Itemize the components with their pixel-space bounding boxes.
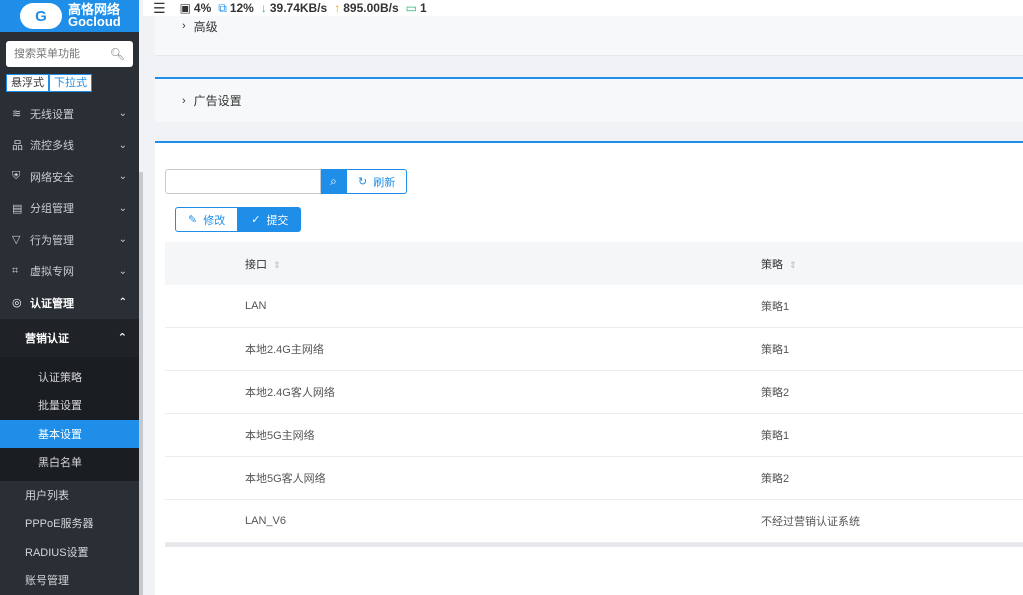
table-row[interactable]: 本地5G客人网络 策略2 <box>165 457 1023 500</box>
table-scrollbar[interactable] <box>165 543 1023 547</box>
action-buttons: ✎ 修改 ✓ 提交 <box>175 207 302 232</box>
wifi-icon: ≋ <box>12 108 22 121</box>
sidebar-leaf-accounts[interactable]: 账号管理 <box>0 566 139 595</box>
search-icon: ⌕ <box>330 174 337 188</box>
search-input[interactable] <box>165 169 321 194</box>
interface-policy-panel: ⌕ ↻ 刷新 ✎ 修改 ✓ 提交 接口 ⇕ 策略 ⇕ LAN 策略1 本地2.4… <box>155 141 1023 595</box>
chevron-down-icon: ⌄ <box>118 265 127 277</box>
chevron-up-icon: ⌃ <box>117 332 127 344</box>
search-button[interactable]: ⌕ <box>321 169 346 194</box>
chevron-up-icon: ⌃ <box>118 297 127 309</box>
sidebar-menu: ≋ 无线设置 ⌄ 品 流控多线 ⌄ ⛨ 网络安全 ⌄ ▤ 分组管理 ⌄ ▽ 行为… <box>0 98 139 595</box>
menu-mode-toggle: 悬浮式 下拉式 <box>6 74 139 92</box>
search-bar: ⌕ ↻ 刷新 <box>165 169 408 194</box>
sidebar-item-vpn[interactable]: ⌗ 虚拟专网 ⌄ <box>0 256 139 288</box>
mode-dropdown-button[interactable]: 下拉式 <box>49 74 92 92</box>
sidebar-submenu: 认证策略 批量设置 基本设置 黑白名单 <box>0 356 139 481</box>
sidebar-item-behavior[interactable]: ▽ 行为管理 ⌄ <box>0 224 139 256</box>
menu-search: 🔍︎ <box>6 41 133 67</box>
sidebar-leaf-pppoe-server[interactable]: PPPoE服务器 <box>0 509 139 538</box>
table-row[interactable]: 本地2.4G主网络 策略1 <box>165 328 1023 371</box>
sidebar: G 高恪网络 Gocloud 🔍︎ 悬浮式 下拉式 ≋ 无线设置 ⌄ 品 流控多… <box>0 0 139 595</box>
main-content: › 高级 › 广告设置 ⌕ ↻ 刷新 ✎ 修改 ✓ 提交 接口 ⇕ 策略 ⇕ L… <box>155 16 1023 595</box>
shield-icon: ⛨ <box>12 170 21 183</box>
chevron-down-icon: ⌄ <box>118 202 127 214</box>
chevron-down-icon: ⌄ <box>118 234 127 246</box>
pencil-icon: ✎ <box>188 214 198 226</box>
list-icon: ▤ <box>12 202 23 215</box>
sidebar-item-groups[interactable]: ▤ 分组管理 ⌄ <box>0 193 139 225</box>
sidebar-leaf-radius[interactable]: RADIUS设置 <box>0 538 139 567</box>
sidebar-subitem-marketing-auth[interactable]: 营销认证 ⌃ <box>0 318 139 357</box>
chevron-down-icon: ⌄ <box>118 108 127 120</box>
sidebar-leaf-black-white-list[interactable]: 黑白名单 <box>0 448 139 477</box>
sort-icon[interactable]: ⇕ <box>273 260 281 270</box>
ad-settings-header[interactable]: › 广告设置 <box>155 79 1023 122</box>
advanced-panel-header[interactable]: › 高级 <box>155 6 1023 46</box>
advanced-panel: › 高级 <box>155 16 1023 56</box>
sidebar-item-wireless[interactable]: ≋ 无线设置 ⌄ <box>0 98 139 130</box>
check-icon: ✓ <box>251 214 261 226</box>
sort-icon[interactable]: ⇕ <box>789 260 797 270</box>
search-icon[interactable]: 🔍︎ <box>110 47 125 61</box>
submit-button[interactable]: ✓ 提交 <box>238 207 302 232</box>
brand[interactable]: G 高恪网络 Gocloud <box>0 0 139 32</box>
filter-icon: ▽ <box>12 234 21 247</box>
sidebar-scrollbar[interactable] <box>139 172 143 595</box>
sidebar-leaf-basic-settings[interactable]: 基本设置 <box>0 419 139 448</box>
sidebar-item-auth[interactable]: ◎ 认证管理 ⌃ <box>0 287 139 319</box>
vpn-icon: ⌗ <box>12 264 19 277</box>
sidebar-leaf-auth-policy[interactable]: 认证策略 <box>0 363 139 392</box>
chevron-down-icon: ⌄ <box>118 139 127 151</box>
table-row[interactable]: 本地5G主网络 策略1 <box>165 414 1023 457</box>
ad-settings-panel: › 广告设置 <box>155 77 1023 122</box>
flow-icon: 品 <box>12 140 23 153</box>
table-row[interactable]: 本地2.4G客人网络 策略2 <box>165 371 1023 414</box>
column-policy[interactable]: 策略 ⇕ <box>761 256 1023 272</box>
gocloud-logo-icon: G <box>20 3 62 29</box>
column-interface[interactable]: 接口 ⇕ <box>165 256 761 272</box>
sidebar-leaf-user-list[interactable]: 用户列表 <box>0 481 139 510</box>
refresh-icon: ↻ <box>358 176 368 188</box>
policy-table: 接口 ⇕ 策略 ⇕ LAN 策略1 本地2.4G主网络 策略1 本地2.4G客人网络… <box>165 242 1023 547</box>
shield-check-icon: ◎ <box>12 297 22 310</box>
sidebar-item-flow-control[interactable]: 品 流控多线 ⌄ <box>0 130 139 162</box>
sidebar-item-security[interactable]: ⛨ 网络安全 ⌄ <box>0 161 139 193</box>
brand-name-en: Gocloud <box>68 14 121 29</box>
table-row[interactable]: LAN_V6 不经过营销认证系统 <box>165 500 1023 543</box>
menu-search-input[interactable] <box>14 48 110 60</box>
table-row[interactable]: LAN 策略1 <box>165 285 1023 328</box>
chevron-right-icon: › <box>182 94 186 107</box>
mode-floating-button[interactable]: 悬浮式 <box>6 74 49 92</box>
refresh-button[interactable]: ↻ 刷新 <box>346 169 408 194</box>
edit-button[interactable]: ✎ 修改 <box>175 207 239 232</box>
table-header: 接口 ⇕ 策略 ⇕ <box>165 242 1023 285</box>
sidebar-leaf-batch-settings[interactable]: 批量设置 <box>0 391 139 420</box>
chevron-down-icon: ⌄ <box>118 171 127 183</box>
chevron-right-icon: › <box>182 20 186 32</box>
